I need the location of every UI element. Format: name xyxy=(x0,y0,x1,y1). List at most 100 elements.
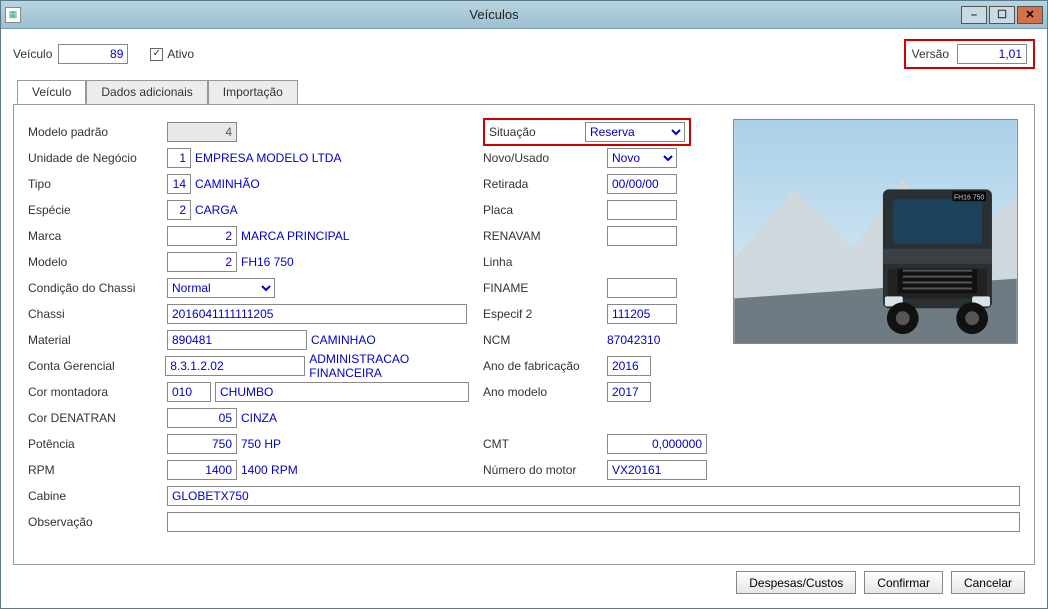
tab-dados-adicionais[interactable]: Dados adicionais xyxy=(86,80,207,104)
rpm-label: RPM xyxy=(28,463,163,477)
close-button[interactable]: ✕ xyxy=(1017,6,1043,24)
especie-code-input[interactable] xyxy=(167,200,191,220)
unidade-code-input[interactable] xyxy=(167,148,191,168)
ano-mod-label: Ano modelo xyxy=(483,385,603,399)
retirada-input[interactable] xyxy=(607,174,677,194)
truck-icon: FH16 750 xyxy=(734,120,1017,343)
situacao-label: Situação xyxy=(489,125,579,139)
potencia-code-input[interactable] xyxy=(167,434,237,454)
marca-code-input[interactable] xyxy=(167,226,237,246)
top-row: Veículo ✓ Ativo Versão xyxy=(13,39,1035,69)
novo-label: Novo/Usado xyxy=(483,151,603,165)
cor-montadora-name-input[interactable] xyxy=(215,382,469,402)
tab-importacao[interactable]: Importação xyxy=(208,80,298,104)
situacao-select[interactable]: Reserva xyxy=(585,122,685,142)
ano-fab-label: Ano de fabricação xyxy=(483,359,603,373)
renavam-input[interactable] xyxy=(607,226,677,246)
cor-denatran-code-input[interactable] xyxy=(167,408,237,428)
motor-input[interactable] xyxy=(607,460,707,480)
material-name: CAMINHAO xyxy=(311,333,376,347)
modelo-padrao-input[interactable] xyxy=(167,122,237,142)
minimize-button[interactable]: – xyxy=(961,6,987,24)
marca-label: Marca xyxy=(28,229,163,243)
potencia-label: Potência xyxy=(28,437,163,451)
cabine-label: Cabine xyxy=(28,489,163,503)
versao-label: Versão xyxy=(912,47,949,61)
mid-column: Situação Reserva Novo/Usado Novo Retirad… xyxy=(483,119,733,483)
modelo-padrao-label: Modelo padrão xyxy=(28,125,163,139)
conta-label: Conta Gerencial xyxy=(28,359,161,373)
content-area: Veículo ✓ Ativo Versão Veículo Dados adi… xyxy=(1,29,1047,608)
situacao-highlight: Situação Reserva xyxy=(483,118,691,146)
especie-label: Espécie xyxy=(28,203,163,217)
tab-bar: Veículo Dados adicionais Importação xyxy=(17,80,1035,105)
condicao-select[interactable]: Normal xyxy=(167,278,275,298)
svg-text:FH16 750: FH16 750 xyxy=(954,194,985,201)
chassi-input[interactable] xyxy=(167,304,467,324)
checkbox-icon: ✓ xyxy=(150,48,163,61)
unidade-name: EMPRESA MODELO LTDA xyxy=(195,151,341,165)
cor-denatran-name: CINZA xyxy=(241,411,277,425)
chassi-label: Chassi xyxy=(28,307,163,321)
especif2-input[interactable] xyxy=(607,304,677,324)
cabine-input[interactable] xyxy=(167,486,1020,506)
vehicle-image: FH16 750 xyxy=(733,119,1018,344)
veiculo-input[interactable] xyxy=(58,44,128,64)
cor-montadora-label: Cor montadora xyxy=(28,385,163,399)
finame-label: FINAME xyxy=(483,281,603,295)
ativo-checkbox[interactable]: ✓ Ativo xyxy=(150,47,194,61)
titlebar: ▦ Veículos – ☐ ✕ xyxy=(1,1,1047,29)
modelo-code-input[interactable] xyxy=(167,252,237,272)
versao-highlight: Versão xyxy=(904,39,1035,69)
cmt-input[interactable] xyxy=(607,434,707,454)
confirmar-button[interactable]: Confirmar xyxy=(864,571,943,594)
window-title: Veículos xyxy=(27,7,961,22)
modelo-label: Modelo xyxy=(28,255,163,269)
cor-montadora-code-input[interactable] xyxy=(167,382,211,402)
tab-veiculo[interactable]: Veículo xyxy=(17,80,86,104)
footer-buttons: Despesas/Custos Confirmar Cancelar xyxy=(13,565,1035,602)
material-code-input[interactable] xyxy=(167,330,307,350)
versao-input[interactable] xyxy=(957,44,1027,64)
placa-label: Placa xyxy=(483,203,603,217)
especif2-label: Especif 2 xyxy=(483,307,603,321)
conta-code-input[interactable] xyxy=(165,356,305,376)
rpm-code-input[interactable] xyxy=(167,460,237,480)
material-label: Material xyxy=(28,333,163,347)
cor-denatran-label: Cor DENATRAN xyxy=(28,411,163,425)
linha-label: Linha xyxy=(483,255,603,269)
placa-input[interactable] xyxy=(607,200,677,220)
left-column: Modelo padrão Unidade de Negócio EMPRESA… xyxy=(28,119,483,483)
window-frame: ▦ Veículos – ☐ ✕ Veículo ✓ Ativo Versão … xyxy=(0,0,1048,609)
cabine-row: Cabine xyxy=(28,483,1020,509)
maximize-button[interactable]: ☐ xyxy=(989,6,1015,24)
observacao-input[interactable] xyxy=(167,512,1020,532)
form-columns: Modelo padrão Unidade de Negócio EMPRESA… xyxy=(28,119,1020,483)
renavam-label: RENAVAM xyxy=(483,229,603,243)
ncm-label: NCM xyxy=(483,333,603,347)
ativo-label: Ativo xyxy=(167,47,194,61)
cmt-label: CMT xyxy=(483,437,603,451)
ncm-value: 87042310 xyxy=(607,333,660,347)
modelo-name: FH16 750 xyxy=(241,255,294,269)
novo-select[interactable]: Novo xyxy=(607,148,677,168)
window-buttons: – ☐ ✕ xyxy=(961,6,1043,24)
observacao-label: Observação xyxy=(28,515,163,529)
cancelar-button[interactable]: Cancelar xyxy=(951,571,1025,594)
despesas-button[interactable]: Despesas/Custos xyxy=(736,571,856,594)
ano-mod-input[interactable] xyxy=(607,382,651,402)
retirada-label: Retirada xyxy=(483,177,603,191)
conta-name: ADMINISTRACAO FINANCEIRA xyxy=(309,352,483,380)
condicao-label: Condição do Chassi xyxy=(28,281,163,295)
ano-fab-input[interactable] xyxy=(607,356,651,376)
especie-name: CARGA xyxy=(195,203,238,217)
tipo-code-input[interactable] xyxy=(167,174,191,194)
tipo-name: CAMINHÃO xyxy=(195,177,260,191)
observacao-row: Observação xyxy=(28,509,1020,535)
motor-label: Número do motor xyxy=(483,463,603,477)
tipo-label: Tipo xyxy=(28,177,163,191)
finame-input[interactable] xyxy=(607,278,677,298)
rpm-name: 1400 RPM xyxy=(241,463,298,477)
potencia-name: 750 HP xyxy=(241,437,281,451)
tab-panel: Modelo padrão Unidade de Negócio EMPRESA… xyxy=(13,104,1035,565)
